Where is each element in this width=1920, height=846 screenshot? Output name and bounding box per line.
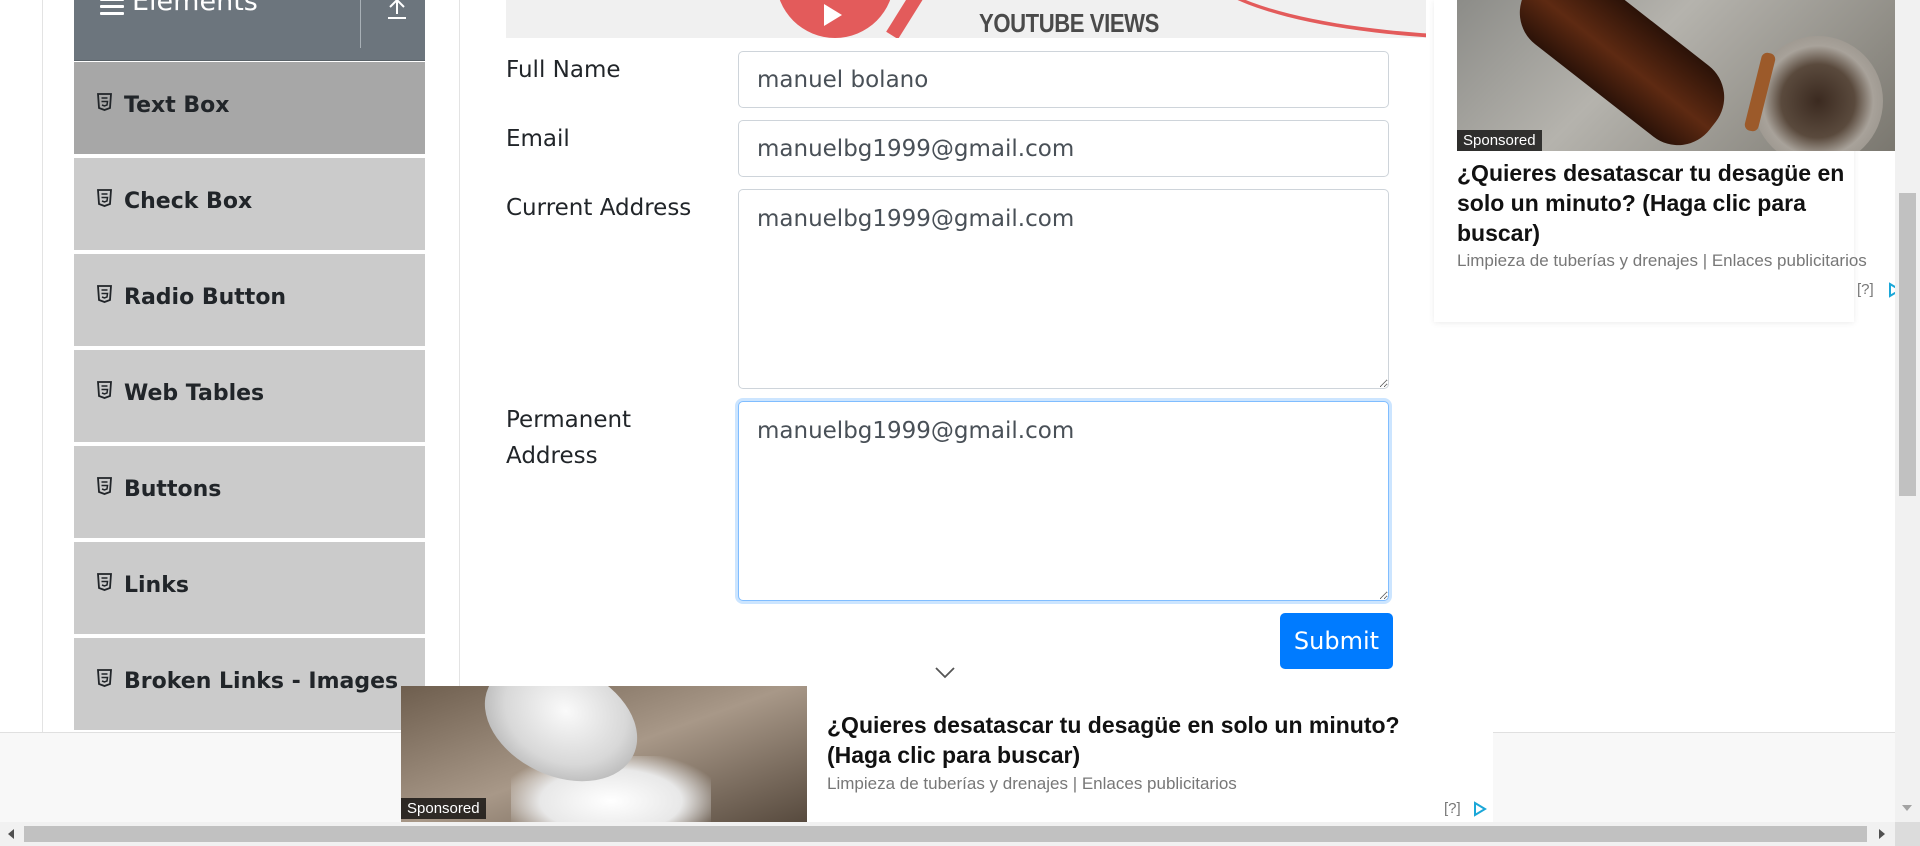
scroll-right-icon[interactable] (1879, 829, 1885, 839)
html5-icon (97, 477, 112, 495)
sponsored-badge: Sponsored (1457, 130, 1542, 151)
sponsored-badge: Sponsored (401, 798, 486, 819)
permanent-address-field[interactable]: manuelbg1999@gmail.com (738, 401, 1389, 601)
content-divider (459, 0, 460, 732)
hamburger-icon (100, 0, 124, 16)
page-edge-line (42, 0, 43, 732)
html5-icon (97, 381, 112, 399)
current-address-label: Current Address (506, 195, 692, 221)
vertical-scrollbar[interactable] (1895, 0, 1920, 822)
elements-group-header[interactable]: Elements (74, 0, 425, 61)
html5-icon (97, 669, 112, 687)
horizontal-scrollbar[interactable] (0, 822, 1895, 846)
chevron-down-icon[interactable] (934, 666, 956, 680)
sidebar-item-label: Links (124, 573, 189, 598)
top-banner-ad[interactable]: YOUTUBE VIEWS (506, 0, 1426, 38)
email-label: Email (506, 126, 570, 152)
ad-source[interactable]: Limpieza de tuberías y drenajes | Enlace… (827, 774, 1237, 794)
html5-icon (97, 573, 112, 591)
html5-icon (97, 93, 112, 111)
bottle-graphic (1503, 0, 1741, 151)
sidebar-item-label: Text Box (124, 93, 230, 118)
group-title: Elements (132, 0, 258, 17)
html5-icon (97, 189, 112, 207)
scrollbar-thumb[interactable] (24, 826, 1867, 842)
full-name-field[interactable] (738, 51, 1389, 108)
sidebar-item-label: Check Box (124, 189, 253, 214)
email-field[interactable] (738, 120, 1389, 177)
ad-title[interactable]: ¿Quieres desatascar tu desagüe en solo u… (1457, 158, 1857, 248)
scroll-down-icon[interactable] (1902, 805, 1912, 811)
ad-help-link[interactable]: [?] (1857, 281, 1874, 298)
sidebar-item-check-box[interactable]: Check Box (74, 158, 425, 252)
adchoices-icon[interactable] (1473, 801, 1487, 817)
sidebar-item-label: Web Tables (124, 381, 265, 406)
full-name-label: Full Name (506, 57, 621, 83)
html5-icon (97, 285, 112, 303)
header-divider (360, 0, 361, 48)
scroll-left-icon[interactable] (8, 829, 14, 839)
scrollbar-corner (1895, 822, 1920, 846)
banner-text: YOUTUBE VIEWS (979, 8, 1159, 38)
sidebar-item-web-tables[interactable]: Web Tables (74, 350, 425, 444)
sidebar-item-links[interactable]: Links (74, 542, 425, 636)
scrollbar-thumb[interactable] (1899, 193, 1916, 496)
sponsored-ad-bottom[interactable]: Sponsored ¿Quieres desatascar tu desagüe… (401, 686, 1493, 822)
play-icon (824, 4, 842, 26)
sidebar: Elements Text Box Check Box Radio Button… (74, 0, 425, 732)
submit-button[interactable]: Submit (1280, 613, 1393, 669)
sponsored-ad-right[interactable]: Sponsored ¿Quieres desatascar tu desagüe… (1434, 0, 1902, 322)
permanent-address-label: Permanent Address (506, 407, 632, 469)
current-address-field[interactable]: manuelbg1999@gmail.com (738, 189, 1389, 389)
banner-decoration (886, 0, 930, 38)
sidebar-item-broken-links[interactable]: Broken Links - Images (74, 638, 425, 732)
sidebar-item-text-box[interactable]: Text Box (74, 62, 425, 156)
sidebar-item-label: Radio Button (124, 285, 287, 310)
sidebar-item-radio-button[interactable]: Radio Button (74, 254, 425, 348)
ad-image[interactable] (1457, 0, 1897, 151)
collapse-up-icon[interactable] (385, 0, 409, 20)
sidebar-item-label: Buttons (124, 477, 222, 502)
banner-arc (1196, 0, 1426, 38)
ad-help-link[interactable]: [?] (1444, 800, 1461, 817)
ad-source[interactable]: Limpieza de tuberías y drenajes | Enlace… (1457, 251, 1867, 271)
sidebar-item-buttons[interactable]: Buttons (74, 446, 425, 540)
ad-title[interactable]: ¿Quieres desatascar tu desagüe en solo u… (827, 710, 1467, 770)
sidebar-item-label: Broken Links - Images (124, 669, 399, 694)
